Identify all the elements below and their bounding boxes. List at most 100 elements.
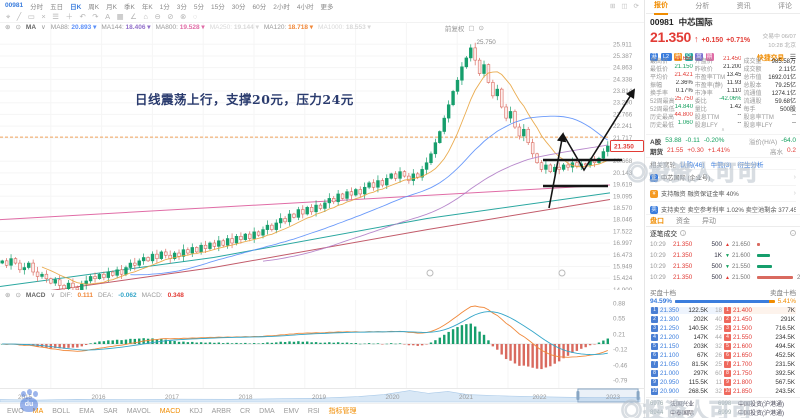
indicator-tab-CR[interactable]: CR — [240, 408, 250, 415]
indicator-tab-MA[interactable]: MA — [33, 408, 44, 415]
adjust-mode-label[interactable]: 前复权 — [445, 23, 465, 33]
bid-level-1[interactable]: 121.350122.5K18 — [650, 307, 723, 314]
bid-level-7[interactable]: 721.05081.5K25 — [650, 361, 723, 368]
draw-tool-icon-8[interactable]: A — [105, 12, 110, 21]
ma-name[interactable]: MA — [26, 24, 36, 31]
period-tab-5分[interactable]: 5分 — [194, 1, 204, 11]
indicator-tab-EMV[interactable]: EMV — [284, 408, 299, 415]
navigator-canvas[interactable]: 201520162017201820192020202120222023 — [0, 388, 645, 403]
draw-tool-icon-10[interactable]: ∠ — [130, 12, 137, 21]
settings-icon[interactable]: ⊙ — [479, 24, 484, 32]
subtab-盘口[interactable]: 盘口 — [650, 216, 664, 226]
period-tab-分时[interactable]: 分时 — [30, 1, 43, 11]
info-icon[interactable]: i — [680, 230, 686, 236]
bid-level-6[interactable]: 621.10067K26 — [650, 352, 723, 359]
indicator-tab-BOLL[interactable]: BOLL — [52, 408, 70, 415]
indicator-tab-EWO[interactable]: EWO — [7, 408, 24, 415]
bid-level-8[interactable]: 821.000297K60 — [650, 370, 723, 377]
ask-level-4[interactable]: 421.550234.5K — [723, 334, 796, 341]
period-tab-更多[interactable]: 更多 — [320, 1, 333, 11]
ask-level-9[interactable]: 921.800567.5K — [723, 379, 796, 386]
period-tab-年K[interactable]: 年K — [142, 1, 153, 11]
futures-row[interactable]: 期货 21.55 +0.30 +1.41% 高水 0.2 — [646, 145, 800, 156]
bid-level-2[interactable]: 221.300202K40 — [650, 316, 723, 323]
period-tab-月K[interactable]: 月K — [106, 1, 117, 11]
macd-name[interactable]: MACD — [26, 292, 46, 299]
period-tab-15分[interactable]: 15分 — [211, 1, 225, 11]
indicator-tab-KDJ[interactable]: KDJ — [189, 408, 202, 415]
panel-tab-分析[interactable]: 分析 — [695, 0, 709, 14]
a-share-row[interactable]: A股 53.88 -0.11 -0.20% 溢价(H/A) -64.0 — [646, 134, 800, 145]
main-chart-canvas[interactable]: 25.91125.38724.86324.33823.81423.29022.7… — [0, 22, 645, 290]
chevron-down-icon[interactable]: ∨ — [41, 23, 46, 31]
macd-canvas[interactable]: 0.880.550.21-0.12-0.46-0.79 — [0, 300, 645, 388]
ask-level-2[interactable]: 221.450291K — [723, 316, 796, 323]
period-tab-60分[interactable]: 60分 — [253, 1, 267, 11]
indicator-tab-ARBR[interactable]: ARBR — [212, 408, 231, 415]
eye-icon[interactable]: ⊙ — [15, 291, 20, 299]
draw-tool-icon-7[interactable]: ↷ — [92, 12, 98, 21]
period-tab-2小时[interactable]: 2小时 — [273, 1, 290, 11]
bid-level-10[interactable]: 1020.900268.5K32 — [650, 388, 723, 395]
draw-tool-icon-12[interactable]: ⊖ — [154, 12, 160, 21]
period-tab-五日[interactable]: 五日 — [50, 1, 63, 11]
draw-tool-icon-13[interactable]: ⊘ — [167, 12, 173, 21]
candlestick-chart[interactable]: 25.91125.38724.86324.33823.81423.29022.7… — [0, 22, 645, 292]
warrant-link-牛熊(3)[interactable]: 牛熊(3) — [711, 159, 732, 169]
subtab-异动[interactable]: 异动 — [702, 216, 716, 226]
info-card-1[interactable]: ¥支持融资 融资保证金率 40%› — [650, 185, 796, 201]
bid-level-3[interactable]: 321.250140.5K25 — [650, 325, 723, 332]
info-card-0[interactable]: 企中芯国际 (企业号)› — [650, 169, 796, 185]
indicator-tab-指标管理[interactable]: 指标管理 — [329, 406, 357, 416]
bid-level-4[interactable]: 421.200147K44 — [650, 334, 723, 341]
draw-tool-icon-11[interactable]: ⌂ — [143, 12, 148, 21]
gear-icon[interactable]: ⊛ — [5, 291, 10, 299]
draw-tool-icon-1[interactable]: ╱ — [17, 12, 22, 21]
period-tab-3分[interactable]: 3分 — [177, 1, 187, 11]
indicator-tab-MACD[interactable]: MACD — [160, 408, 181, 415]
subtab-资金[interactable]: 资金 — [676, 216, 690, 226]
draw-tool-icon-14[interactable]: ⊗ — [180, 12, 186, 21]
indicator-tab-DMA[interactable]: DMA — [259, 408, 275, 415]
chevron-down-icon[interactable]: ∨ — [50, 291, 55, 299]
panel-tab-资讯[interactable]: 资讯 — [737, 0, 751, 14]
indicator-tab-RSI[interactable]: RSI — [308, 408, 320, 415]
collapse-icon[interactable]: − — [790, 230, 796, 236]
period-tab-日K[interactable]: 日K — [70, 1, 81, 11]
draw-tool-icon-2[interactable]: ▭ — [28, 12, 35, 21]
panel-tab-报价[interactable]: 报价 — [654, 0, 668, 15]
ask-level-10[interactable]: 1021.850243.5K — [723, 388, 796, 395]
warrant-link-衍生分析[interactable]: 衍生分析 — [738, 159, 764, 169]
period-tab-周K[interactable]: 周K — [88, 1, 99, 11]
bid-level-9[interactable]: 920.950115.5K11 — [650, 379, 723, 386]
ask-level-5[interactable]: 521.600494.5K — [723, 343, 796, 350]
indicator-tab-MAVOL[interactable]: MAVOL — [127, 408, 151, 415]
ask-level-3[interactable]: 321.500716.5K — [723, 325, 796, 332]
draw-tool-icon-9[interactable]: ▦ — [117, 12, 124, 21]
macd-chart[interactable]: 0.880.550.21-0.12-0.46-0.79 — [0, 300, 645, 390]
toolbar-icon-1[interactable]: ◫ — [621, 2, 627, 10]
warrant-link-认购(46)[interactable]: 认购(46) — [680, 159, 705, 169]
toolbar-icon-0[interactable]: ⊞ — [610, 2, 615, 10]
indicator-tab-SAR[interactable]: SAR — [103, 408, 117, 415]
period-tab-季K[interactable]: 季K — [124, 1, 135, 11]
ask-level-7[interactable]: 721.700231.5K — [723, 361, 796, 368]
indicator-tab-EMA[interactable]: EMA — [79, 408, 94, 415]
period-tab-1分[interactable]: 1分 — [160, 1, 170, 11]
draw-tool-icon-4[interactable]: ☰ — [52, 12, 59, 21]
panel-tab-评论[interactable]: 评论 — [778, 0, 792, 14]
period-tab-30分[interactable]: 30分 — [232, 1, 246, 11]
draw-tool-icon-0[interactable]: ⌖ — [6, 12, 10, 22]
navigator-selection[interactable] — [578, 389, 638, 402]
draw-tool-icon-6[interactable]: ↶ — [79, 12, 85, 21]
toolbar-icon-2[interactable]: ⟳ — [634, 2, 639, 10]
draw-tool-icon-5[interactable]: ＋ — [65, 11, 73, 22]
ask-level-1[interactable]: 121.4007K — [723, 307, 796, 314]
draw-tool-icon-15[interactable]: ◌ — [193, 12, 197, 21]
period-tab-4小时[interactable]: 4小时 — [297, 1, 314, 11]
ask-level-8[interactable]: 821.750392.5K — [723, 370, 796, 377]
ask-level-6[interactable]: 621.650452.5K — [723, 352, 796, 359]
fullscreen-icon[interactable]: ▢ — [468, 24, 474, 32]
eye-icon[interactable]: ⊙ — [15, 23, 20, 31]
draw-tool-icon-3[interactable]: × — [41, 12, 45, 21]
